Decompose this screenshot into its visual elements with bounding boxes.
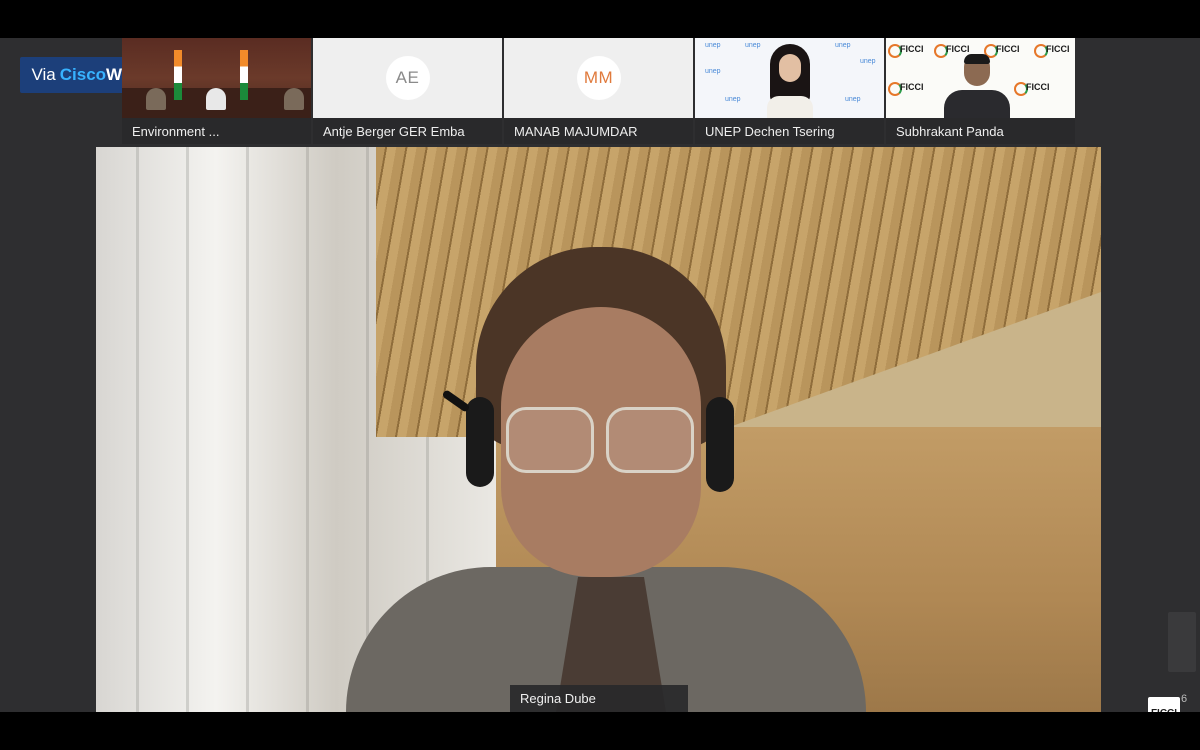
- avatar-initials: AE: [395, 68, 420, 87]
- participant-name: MANAB MAJUMDAR: [504, 118, 693, 144]
- participant-filmstrip: Environment ... AE Antje Berger GER Emba…: [122, 38, 1076, 144]
- participant-video: unep unep unep unep unep unep unep: [695, 38, 884, 118]
- participant-video: FICCI FICCI FICCI FICCI FICCI FICCI: [886, 38, 1075, 118]
- avatar: AE: [385, 56, 430, 100]
- glasses-icon: [506, 407, 696, 473]
- participant-tile-antje-berger[interactable]: AE Antje Berger GER Emba: [313, 38, 502, 144]
- brand-via: Via: [31, 65, 56, 84]
- participant-avatar-area: MM: [504, 38, 693, 118]
- active-speaker-name: Regina Dube: [510, 685, 688, 712]
- participant-tile-unep-dechen-tsering[interactable]: unep unep unep unep unep unep unep UNEP …: [695, 38, 884, 144]
- participant-tile-subhrakant-panda[interactable]: FICCI FICCI FICCI FICCI FICCI FICCI Subh…: [886, 38, 1075, 144]
- microphone-icon: [441, 389, 471, 413]
- avatar-initials: MM: [583, 68, 614, 87]
- participant-name: Subhrakant Panda: [886, 118, 1075, 144]
- participant-avatar-area: AE: [313, 38, 502, 118]
- speaker-person: [346, 247, 866, 712]
- brand-cisco: Cisco: [59, 65, 107, 84]
- participant-name: UNEP Dechen Tsering: [695, 118, 884, 144]
- participant-person: [940, 54, 1014, 118]
- meeting-stage: Via CiscoWebex Environment ... AE Antje …: [0, 38, 1200, 729]
- letterbox-top: [0, 0, 1200, 38]
- participant-person: [767, 44, 813, 118]
- participant-video: [122, 38, 311, 118]
- participant-tile-manab-majumdar[interactable]: MM MANAB MAJUMDAR: [504, 38, 693, 144]
- participant-name: Environment ...: [122, 118, 311, 144]
- avatar: MM: [576, 56, 621, 100]
- active-speaker-video[interactable]: Regina Dube: [96, 147, 1101, 712]
- corner-number: 6: [1181, 693, 1188, 705]
- headset-icon: [466, 397, 494, 487]
- filmstrip-scroll-handle[interactable]: [1168, 612, 1196, 672]
- participant-tile-environment[interactable]: Environment ...: [122, 38, 311, 144]
- participant-name: Antje Berger GER Emba: [313, 118, 502, 144]
- letterbox-bottom: [0, 712, 1200, 750]
